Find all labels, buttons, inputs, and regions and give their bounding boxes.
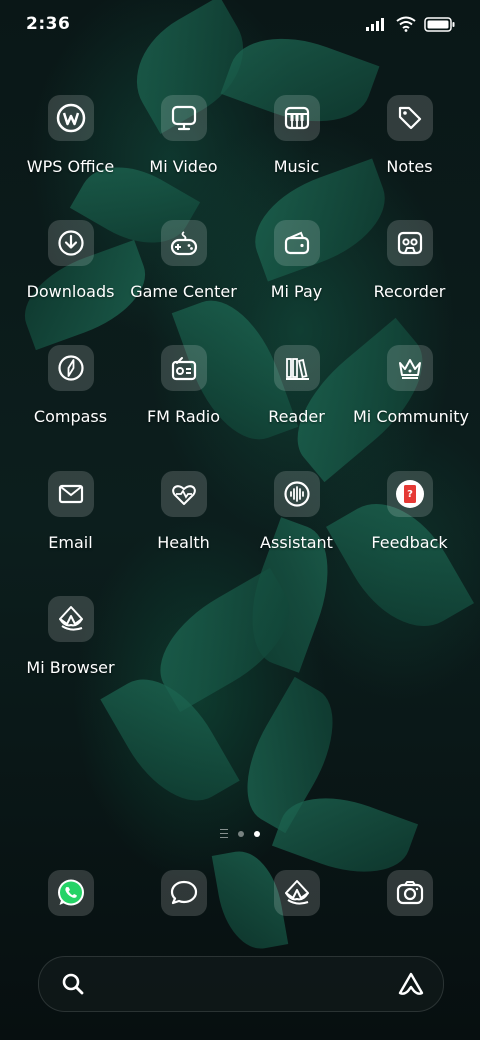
- app-mi-video[interactable]: Mi Video: [127, 95, 240, 176]
- envelope-icon: [47, 471, 94, 517]
- app-label: Health: [157, 533, 210, 552]
- download-icon: [47, 220, 94, 266]
- app-label: Recorder: [373, 282, 446, 301]
- browser-icon: [47, 596, 94, 642]
- crown-icon: [386, 345, 433, 391]
- search-icon: [62, 973, 84, 995]
- wifi-icon: [396, 16, 416, 32]
- app-mi-community[interactable]: Mi Community: [353, 345, 469, 426]
- dock-browser[interactable]: [240, 870, 353, 916]
- app-recorder[interactable]: Recorder: [353, 220, 466, 301]
- app-feedback[interactable]: ? Feedback: [353, 471, 466, 552]
- app-mi-browser[interactable]: Mi Browser: [14, 596, 127, 677]
- app-downloads[interactable]: Downloads: [14, 220, 127, 301]
- browser-icon: [273, 870, 320, 916]
- status-bar: 2:36: [0, 0, 480, 52]
- app-fm-radio[interactable]: FM Radio: [127, 345, 240, 426]
- assistant-icon[interactable]: [397, 971, 425, 997]
- wps-office-icon: [47, 95, 94, 141]
- wallet-icon: [273, 220, 320, 266]
- app-assistant[interactable]: Assistant: [240, 471, 353, 552]
- cassette-icon: [386, 220, 433, 266]
- books-icon: [273, 345, 320, 391]
- tag-icon: [386, 95, 433, 141]
- dock-messages[interactable]: [127, 870, 240, 916]
- app-label: WPS Office: [26, 157, 115, 176]
- dock-camera[interactable]: [353, 870, 466, 916]
- radio-icon: [160, 345, 207, 391]
- app-wps-office[interactable]: WPS Office: [14, 95, 127, 176]
- chat-bubble-icon: [160, 870, 207, 916]
- app-compass[interactable]: Compass: [14, 345, 127, 426]
- app-label: FM Radio: [146, 407, 221, 426]
- whatsapp-icon: [47, 870, 94, 916]
- battery-icon: [424, 16, 455, 32]
- app-label: Compass: [33, 407, 108, 426]
- app-email[interactable]: Email: [14, 471, 127, 552]
- app-label: Downloads: [26, 282, 115, 301]
- camera-icon: [386, 870, 433, 916]
- app-label: Feedback: [371, 533, 448, 552]
- page-dot-1: [238, 830, 244, 837]
- app-label: Game Center: [130, 282, 237, 301]
- status-icons: [366, 16, 456, 32]
- svg-text:?: ?: [407, 489, 413, 500]
- list-page-icon: [220, 829, 228, 838]
- search-bar[interactable]: [38, 956, 444, 1012]
- app-label: Assistant: [260, 533, 333, 552]
- signal-icon: [366, 18, 384, 31]
- dock: [14, 870, 466, 918]
- app-reader[interactable]: Reader: [240, 345, 353, 426]
- app-label: Email: [48, 533, 93, 552]
- app-mi-pay[interactable]: Mi Pay: [240, 220, 353, 301]
- app-label: Mi Browser: [26, 658, 115, 677]
- app-music[interactable]: Music: [240, 95, 353, 176]
- app-label: Reader: [268, 407, 325, 426]
- app-label: Mi Video: [149, 157, 218, 176]
- page-indicator[interactable]: [0, 829, 480, 838]
- gamepad-icon: [160, 220, 207, 266]
- app-label: Mi Community: [353, 407, 469, 426]
- compass-icon: [47, 345, 94, 391]
- app-label: Music: [273, 157, 320, 176]
- app-notes[interactable]: Notes: [353, 95, 466, 176]
- feedback-icon: ?: [386, 471, 433, 517]
- app-label: Mi Pay: [270, 282, 323, 301]
- heart-pulse-icon: [160, 471, 207, 517]
- page-dot-2-active: [254, 830, 260, 837]
- dock-whatsapp[interactable]: [14, 870, 127, 916]
- app-health[interactable]: Health: [127, 471, 240, 552]
- status-time: 2:36: [26, 14, 71, 34]
- monitor-icon: [160, 95, 207, 141]
- piano-icon: [273, 95, 320, 141]
- app-game-center[interactable]: Game Center: [127, 220, 240, 301]
- voice-wave-icon: [273, 471, 320, 517]
- app-label: Notes: [386, 157, 433, 176]
